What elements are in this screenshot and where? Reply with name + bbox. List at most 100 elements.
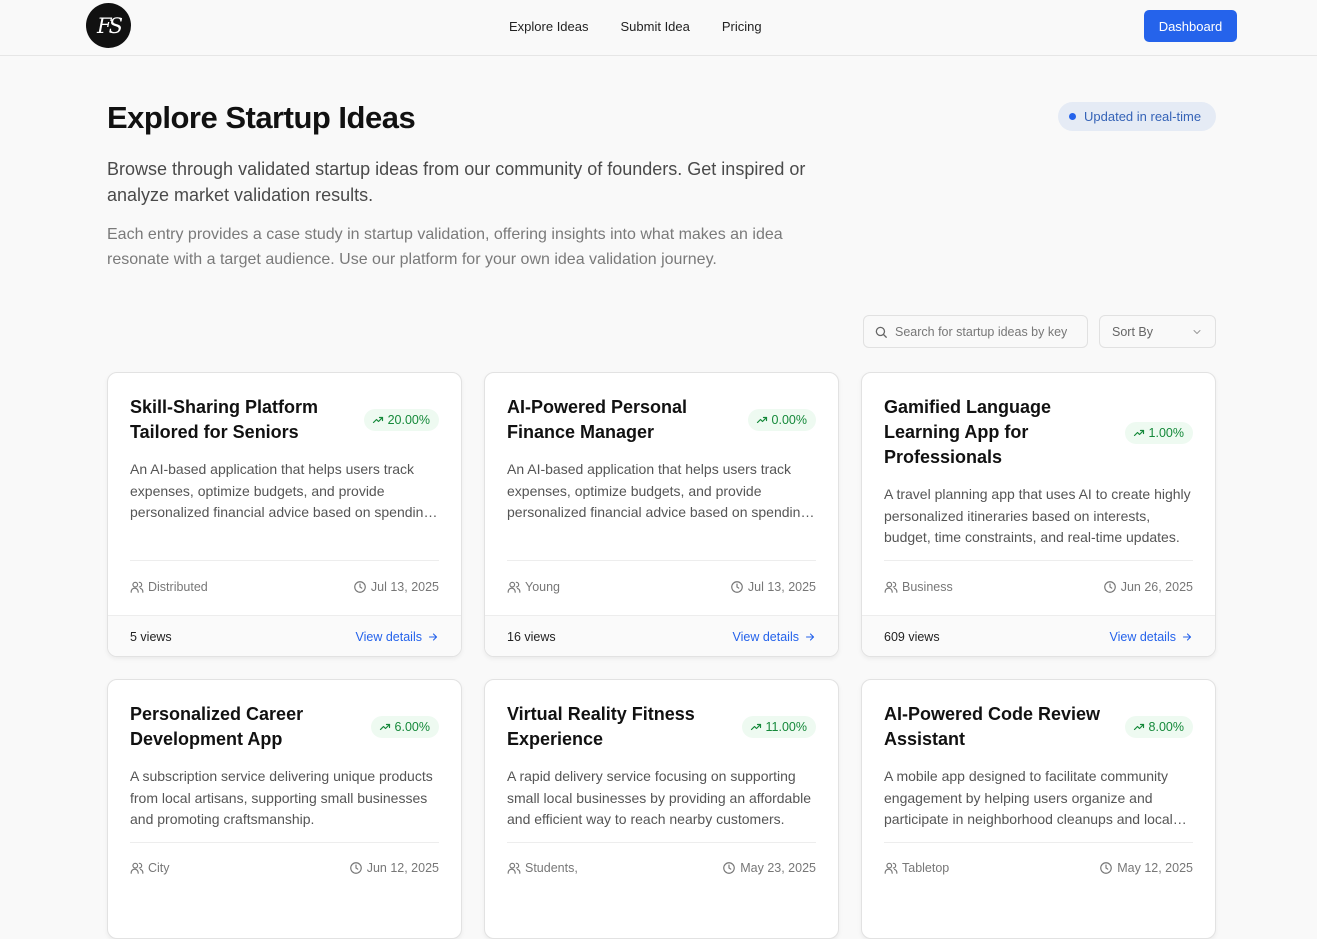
view-count: 609 views	[884, 629, 940, 644]
users-icon	[130, 862, 144, 874]
arrow-right-icon	[805, 632, 815, 641]
growth-badge: 1.00%	[1124, 421, 1193, 444]
growth-value: 20.00%	[387, 413, 430, 427]
growth-badge: 6.00%	[370, 716, 439, 738]
arrow-right-icon	[428, 632, 438, 641]
idea-card[interactable]: AI-Powered Personal Finance Manager 0.00…	[484, 372, 839, 657]
view-count: 16 views	[507, 629, 556, 644]
idea-card[interactable]: Virtual Reality Fitness Experience 11.00…	[484, 679, 839, 939]
clock-icon	[731, 580, 743, 593]
audience-label: Young	[525, 579, 560, 594]
date-label: Jul 13, 2025	[370, 579, 439, 594]
date-label: Jun 26, 2025	[1120, 579, 1193, 594]
top-navbar: FS Explore Ideas Submit Idea Pricing Das…	[0, 0, 1317, 56]
date-label: May 12, 2025	[1117, 860, 1193, 875]
dashboard-button[interactable]: Dashboard	[1144, 10, 1237, 42]
search-box[interactable]	[863, 315, 1088, 348]
idea-description: An AI-based application that helps users…	[507, 461, 809, 520]
growth-badge: 8.00%	[1124, 716, 1193, 738]
trending-up-icon	[379, 723, 390, 731]
idea-meta: City Jun 12, 2025	[130, 842, 439, 892]
audience-label: Students,	[525, 860, 578, 875]
date: Jul 13, 2025	[353, 580, 439, 594]
audience-label: Business	[902, 579, 953, 594]
view-details-link[interactable]: View details	[356, 630, 439, 644]
idea-title[interactable]: Gamified Language Learning App for Profe…	[884, 395, 1104, 470]
users-icon	[130, 581, 144, 593]
search-input[interactable]	[895, 324, 1067, 339]
trending-up-icon	[1133, 723, 1144, 731]
idea-title[interactable]: AI-Powered Personal Finance Manager	[507, 395, 727, 445]
growth-badge: 11.00%	[741, 716, 816, 738]
audience: Students,	[507, 861, 578, 875]
idea-title[interactable]: Personalized Career Development App	[130, 702, 350, 752]
idea-card[interactable]: Skill-Sharing Platform Tailored for Seni…	[107, 372, 462, 657]
audience-label: Tabletop	[902, 860, 950, 875]
clock-icon	[349, 861, 362, 874]
idea-card[interactable]: Gamified Language Learning App for Profe…	[861, 372, 1216, 657]
nav-submit-idea[interactable]: Submit Idea	[621, 19, 690, 34]
growth-value: 11.00%	[765, 720, 807, 734]
idea-title[interactable]: Skill-Sharing Platform Tailored for Seni…	[130, 395, 350, 445]
trending-up-icon	[1133, 429, 1144, 436]
clock-icon	[1100, 861, 1113, 874]
trending-up-icon	[372, 416, 383, 424]
idea-footer: 609 views View details	[862, 615, 1215, 656]
growth-badge: 20.00%	[363, 409, 439, 431]
date-label: May 23, 2025	[740, 860, 816, 875]
idea-description: A rapid delivery service focusing on sup…	[507, 768, 812, 827]
idea-card[interactable]: AI-Powered Code Review Assistant 8.00% A…	[861, 679, 1216, 939]
growth-value: 0.00%	[771, 413, 807, 427]
clock-icon	[354, 580, 366, 593]
idea-title[interactable]: AI-Powered Code Review Assistant	[884, 702, 1104, 752]
audience: Young	[507, 580, 560, 594]
date-label: Jun 12, 2025	[366, 860, 439, 875]
idea-meta: Young Jul 13, 2025	[507, 560, 816, 612]
audience-label: City	[148, 860, 170, 875]
audience: Distributed	[130, 580, 208, 594]
view-details-label: View details	[1109, 629, 1176, 644]
chevron-down-icon	[1193, 329, 1201, 334]
audience: Business	[884, 580, 953, 594]
idea-meta: Business Jun 26, 2025	[884, 560, 1193, 612]
idea-meta: Tabletop May 12, 2025	[884, 842, 1193, 892]
growth-badge: 0.00%	[747, 409, 816, 431]
users-icon	[884, 581, 898, 593]
audience-label: Distributed	[148, 579, 208, 594]
idea-meta: Students, May 23, 2025	[507, 842, 816, 892]
users-icon	[507, 862, 521, 874]
date: May 23, 2025	[722, 861, 816, 875]
date: Jun 12, 2025	[349, 861, 439, 875]
trending-up-icon	[750, 723, 761, 731]
view-details-link[interactable]: View details	[733, 630, 816, 644]
live-dot-icon	[1069, 113, 1076, 120]
idea-meta: Distributed Jul 13, 2025	[130, 560, 439, 612]
hero-lead-text: Browse through validated startup ideas f…	[107, 159, 806, 205]
view-details-label: View details	[732, 629, 799, 644]
view-details-link[interactable]: View details	[1110, 630, 1193, 644]
arrow-right-icon	[1182, 632, 1192, 641]
date-label: Jul 13, 2025	[747, 579, 816, 594]
date: Jun 26, 2025	[1103, 580, 1193, 594]
page-title: Explore Startup Ideas	[107, 100, 416, 135]
audience: City	[130, 861, 170, 875]
idea-title[interactable]: Virtual Reality Fitness Experience	[507, 702, 727, 752]
realtime-label: Updated in real-time	[1084, 109, 1202, 124]
idea-description: An AI-based application that helps users…	[130, 461, 432, 520]
brand-logo[interactable]: FS	[86, 3, 131, 48]
sort-label: Sort By	[1112, 324, 1153, 339]
idea-description: A mobile app designed to facilitate comm…	[884, 768, 1173, 827]
view-details-label: View details	[355, 629, 422, 644]
nav-explore-ideas[interactable]: Explore Ideas	[509, 19, 589, 34]
users-icon	[884, 862, 898, 874]
idea-description: A travel planning app that uses AI to cr…	[884, 486, 1191, 545]
view-count: 5 views	[130, 629, 172, 644]
date: Jul 13, 2025	[730, 580, 816, 594]
realtime-status-badge: Updated in real-time	[1058, 102, 1216, 131]
sort-select[interactable]: Sort By	[1099, 315, 1216, 348]
audience: Tabletop	[884, 861, 949, 875]
users-icon	[507, 581, 521, 593]
idea-card[interactable]: Personalized Career Development App 6.00…	[107, 679, 462, 939]
nav-pricing[interactable]: Pricing	[722, 19, 762, 34]
date: May 12, 2025	[1099, 861, 1193, 875]
